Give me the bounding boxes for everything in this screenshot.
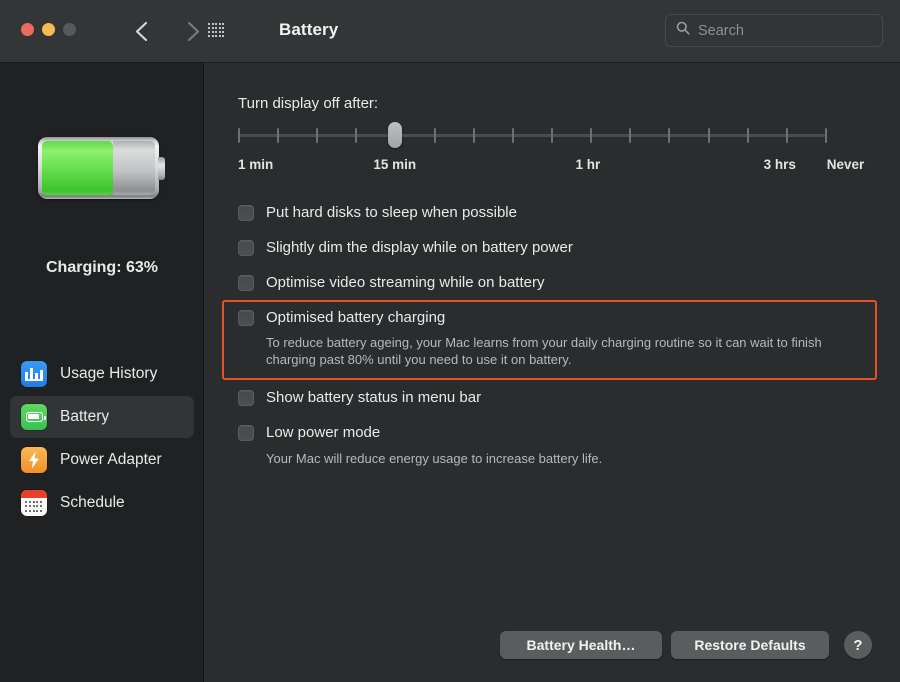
slider-tick [355,128,357,143]
option-label: Slightly dim the display while on batter… [266,239,573,256]
sidebar-item-schedule[interactable]: Schedule [10,482,194,524]
content-pane: Turn display off after: 1 min 15 min 1 hr 3… [205,63,900,682]
battery-icon [21,404,47,430]
option-row-optimised-battery-charging[interactable]: Optimised battery charging [238,309,445,327]
option-row-show-battery-status[interactable]: Show battery status in menu bar [238,389,481,407]
title-bar: Battery [0,0,900,63]
slider-tick [277,128,279,143]
slider-tick-label: Never [826,157,865,172]
option-label: Show battery status in menu bar [266,389,482,406]
checkbox[interactable] [238,390,254,406]
turn-display-off-label: Turn display off after: [238,95,379,112]
slider-tick [434,128,436,143]
battery-terminal [158,157,165,180]
battery-preferences-window: Battery Charging: 63% Usage History [0,0,900,682]
slider-thumb[interactable] [388,122,402,148]
sidebar-item-label: Power Adapter [60,451,162,468]
search-input[interactable] [698,22,885,39]
sidebar-item-battery[interactable]: Battery [10,396,194,438]
slider-tick [512,128,514,143]
option-label: Optimise video streaming while on batter… [266,274,545,291]
back-chevron-icon[interactable] [126,16,156,46]
minimize-button[interactable] [42,23,55,36]
zoom-button[interactable] [63,23,76,36]
sidebar-item-power-adapter[interactable]: Power Adapter [10,439,194,481]
slider-tick-label: 15 min [373,157,417,172]
slider-tick [316,128,318,143]
option-label: Low power mode [266,424,381,441]
charge-status-label: Charging: 63% [45,259,158,276]
optimised-battery-charging-description: To reduce battery ageing, your Mac learn… [266,335,822,367]
forward-chevron-icon[interactable] [178,16,208,46]
sidebar-item-usage-history[interactable]: Usage History [10,353,194,395]
slider-track[interactable] [238,134,825,137]
battery-body [38,137,159,199]
sidebar-item-label: Usage History [60,365,158,382]
checkbox[interactable] [238,310,254,326]
battery-health-button[interactable]: Battery Health… [500,631,662,659]
slider-tick-label: 1 hr [575,157,601,172]
battery-graphic [38,137,165,199]
slider-tick [747,128,749,143]
slider-tick [238,128,240,143]
battery-fill-level [42,141,113,195]
close-button[interactable] [21,23,34,36]
show-all-grid-icon[interactable] [208,23,225,38]
checkbox[interactable] [238,425,254,441]
slider-tick [590,128,592,143]
sidebar-list: Usage History Battery Power Adapter Sche… [10,353,194,525]
checkbox[interactable] [238,240,254,256]
option-row-low-power-mode[interactable]: Low power mode [238,424,380,442]
option-label: Put hard disks to sleep when possible [266,204,517,221]
option-row-slightly-dim-display[interactable]: Slightly dim the display while on batter… [238,239,573,257]
sidebar-item-label: Battery [60,408,110,425]
slider-tick [825,128,827,143]
bolt-icon [21,447,47,473]
sidebar: Charging: 63% Usage History Battery Powe… [0,63,204,682]
search-field[interactable] [665,14,885,47]
traffic-lights [21,23,76,36]
slider-tick-label: 3 hrs [763,157,796,172]
bar-chart-icon [21,361,47,387]
slider-tick [708,128,710,143]
sidebar-item-label: Schedule [60,494,125,511]
restore-defaults-button[interactable]: Restore Defaults [671,631,829,659]
slider-tick-labels: 1 min 15 min 1 hr 3 hrs Never [238,157,878,175]
low-power-mode-description: Your Mac will reduce energy usage to inc… [266,451,603,466]
navigation-arrows [126,16,208,46]
option-label: Optimised battery charging [266,309,446,326]
slider-tick [668,128,670,143]
option-row-hard-disks-sleep[interactable]: Put hard disks to sleep when possible [238,204,517,222]
slider-tick [786,128,788,143]
option-row-optimise-video-streaming[interactable]: Optimise video streaming while on batter… [238,274,544,292]
page-title: Battery [279,20,339,39]
checkbox[interactable] [238,275,254,291]
slider-tick [551,128,553,143]
search-icon [676,21,690,40]
display-sleep-slider[interactable] [238,122,827,148]
slider-tick [629,128,631,143]
help-button[interactable]: ? [844,631,872,659]
slider-tick [473,128,475,143]
calendar-icon [21,490,47,516]
checkbox[interactable] [238,205,254,221]
battery-empty-level [113,141,155,195]
slider-tick-label: 1 min [238,157,274,172]
